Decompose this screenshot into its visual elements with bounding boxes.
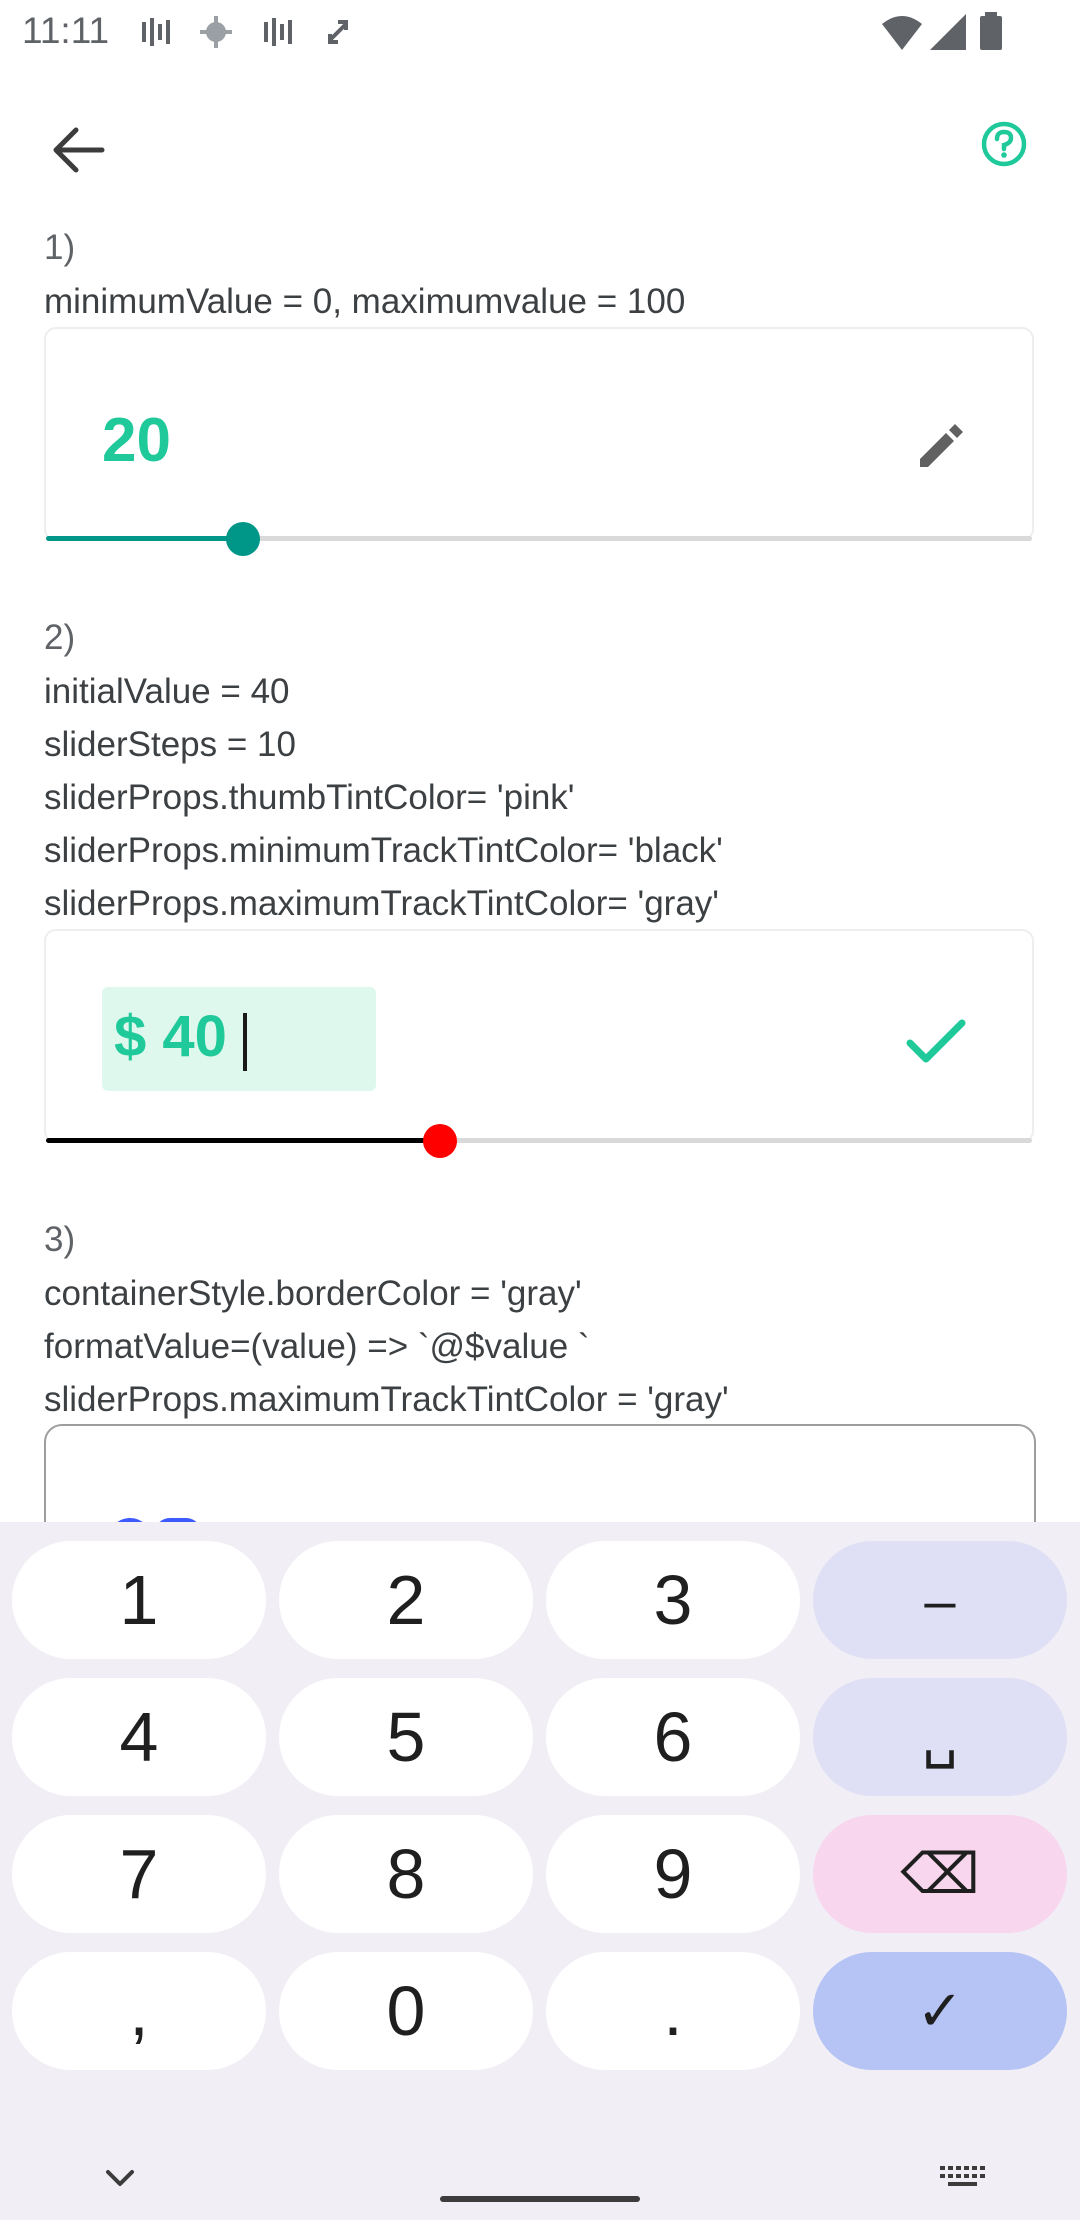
notification-icon-2 — [264, 18, 292, 46]
key-space[interactable]: ␣ — [813, 1678, 1067, 1796]
help-button[interactable] — [966, 108, 1050, 192]
key-minus[interactable]: – — [813, 1541, 1067, 1659]
section-2-line-5: sliderProps.maximumTrackTintColor= 'gray… — [44, 884, 719, 923]
section-3-line-3: sliderProps.maximumTrackTintColor = 'gra… — [44, 1380, 729, 1419]
key-enter[interactable]: ✓ — [813, 1952, 1067, 2070]
key-3[interactable]: 3 — [546, 1541, 800, 1659]
pencil-icon — [920, 424, 963, 467]
slider-2-min-track — [46, 1138, 440, 1143]
section-1-line: minimumValue = 0, maximumvalue = 100 — [44, 282, 686, 321]
switch-keyboard-button[interactable] — [936, 2152, 988, 2204]
value-input-field[interactable]: $ 40 — [102, 987, 376, 1091]
help-circle-icon — [981, 121, 1027, 167]
keyboard-icon — [940, 2166, 985, 2186]
arrow-left-icon — [53, 127, 105, 173]
numeric-keyboard: 1 2 3 – 4 5 6 ␣ 7 8 9 ⌫ , 0 . ✓ — [0, 1522, 1080, 2220]
status-bar: 11:11 — [0, 0, 1080, 66]
section-2-label: 2) — [44, 618, 76, 657]
section-3-line-2: formatValue=(value) => `@$value ` — [44, 1327, 590, 1366]
gesture-nav-bar[interactable] — [440, 2196, 640, 2202]
slider-1-thumb[interactable] — [226, 522, 260, 556]
key-6[interactable]: 6 — [546, 1678, 800, 1796]
key-9[interactable]: 9 — [546, 1815, 800, 1933]
crosshair-icon — [200, 16, 232, 48]
check-icon — [906, 1019, 966, 1063]
hide-keyboard-button[interactable] — [94, 2152, 146, 2204]
key-period[interactable]: . — [546, 1952, 800, 2070]
confirm-button[interactable] — [896, 1001, 976, 1081]
slider-1-min-track — [46, 536, 243, 541]
key-backspace[interactable]: ⌫ — [813, 1815, 1067, 1933]
value-slider-card-1: 20 — [44, 327, 1034, 541]
edit-button[interactable] — [908, 413, 972, 477]
back-button[interactable] — [38, 108, 122, 192]
key-7[interactable]: 7 — [12, 1815, 266, 1933]
sync-icon — [328, 20, 348, 44]
key-0[interactable]: 0 — [279, 1952, 533, 2070]
key-4[interactable]: 4 — [12, 1678, 266, 1796]
section-2-line-4: sliderProps.minimumTrackTintColor= 'blac… — [44, 831, 723, 870]
section-2-line-3: sliderProps.thumbTintColor= 'pink' — [44, 778, 575, 817]
section-3-line-1: containerStyle.borderColor = 'gray' — [44, 1274, 582, 1313]
section-1-label: 1) — [44, 228, 76, 267]
notification-icon — [142, 18, 170, 46]
text-cursor — [243, 1013, 247, 1071]
value-input-text: $ 40 — [114, 1004, 227, 1069]
section-2-line-1: initialValue = 40 — [44, 672, 290, 711]
slider-value-1[interactable]: 20 — [102, 405, 171, 476]
value-slider-card-2: $ 40 — [44, 929, 1034, 1143]
key-8[interactable]: 8 — [279, 1815, 533, 1933]
section-2-line-2: sliderSteps = 10 — [44, 725, 296, 764]
chevron-down-icon — [106, 2170, 134, 2186]
wifi-icon — [882, 16, 922, 50]
section-3-label: 3) — [44, 1220, 76, 1259]
key-2[interactable]: 2 — [279, 1541, 533, 1659]
slider-2-thumb[interactable] — [423, 1124, 457, 1158]
status-time: 11:11 — [22, 10, 110, 51]
key-1[interactable]: 1 — [12, 1541, 266, 1659]
battery-icon — [980, 12, 1002, 50]
key-5[interactable]: 5 — [279, 1678, 533, 1796]
key-comma[interactable]: , — [12, 1952, 266, 2070]
cellular-signal-icon — [930, 14, 966, 50]
